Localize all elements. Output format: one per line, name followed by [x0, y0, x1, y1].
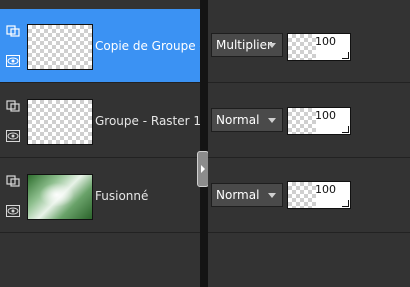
- layer-thumbnail[interactable]: [27, 174, 93, 220]
- group-lock-icon[interactable]: [6, 25, 20, 37]
- layer-properties-row: Normal 100: [208, 159, 410, 233]
- opacity-field[interactable]: 100: [287, 33, 351, 61]
- layer-thumbnail[interactable]: [27, 99, 93, 145]
- blend-mode-value: Multiplier: [216, 38, 272, 52]
- chevron-down-icon: [268, 43, 276, 48]
- resize-grip-icon: [342, 52, 349, 59]
- layers-list-panel: Copie de Groupe - R Groupe - Raster 1 Fu…: [0, 0, 200, 287]
- layer-name[interactable]: Fusionné: [95, 189, 148, 203]
- resize-grip-icon: [342, 200, 349, 207]
- layer-name[interactable]: Groupe - Raster 1: [95, 114, 200, 128]
- panel-divider: [200, 0, 208, 287]
- layer-properties-row: Multiplier 100: [208, 9, 410, 83]
- layer-row-fusionne[interactable]: Fusionné: [0, 159, 200, 233]
- layer-thumbnail[interactable]: [27, 24, 93, 70]
- blend-mode-dropdown[interactable]: Normal: [211, 108, 283, 132]
- resize-grip-icon: [342, 126, 349, 133]
- opacity-field[interactable]: 100: [287, 181, 351, 209]
- visibility-eye-icon[interactable]: [6, 205, 20, 217]
- visibility-eye-icon[interactable]: [6, 130, 20, 142]
- opacity-field[interactable]: 100: [287, 107, 351, 135]
- chevron-down-icon: [268, 193, 276, 198]
- arrow-right-icon: [201, 165, 205, 173]
- group-lock-icon[interactable]: [6, 100, 20, 112]
- opacity-value: 100: [315, 109, 336, 122]
- group-lock-icon[interactable]: [6, 175, 20, 187]
- layer-name[interactable]: Copie de Groupe - R: [95, 39, 200, 53]
- chevron-down-icon: [268, 118, 276, 123]
- blend-mode-value: Normal: [216, 188, 260, 202]
- layer-properties-panel: Multiplier 100 Normal 100 Normal 100: [208, 0, 410, 287]
- blend-mode-dropdown[interactable]: Multiplier: [211, 33, 283, 57]
- opacity-value: 100: [315, 35, 336, 48]
- opacity-value: 100: [315, 183, 336, 196]
- layer-properties-row: Normal 100: [208, 84, 410, 158]
- blend-mode-dropdown[interactable]: Normal: [211, 183, 283, 207]
- blend-mode-value: Normal: [216, 113, 260, 127]
- visibility-eye-icon[interactable]: [6, 55, 20, 67]
- layer-row-groupe-raster-1[interactable]: Groupe - Raster 1: [0, 84, 200, 158]
- layer-row-copie-de-groupe[interactable]: Copie de Groupe - R: [0, 9, 200, 83]
